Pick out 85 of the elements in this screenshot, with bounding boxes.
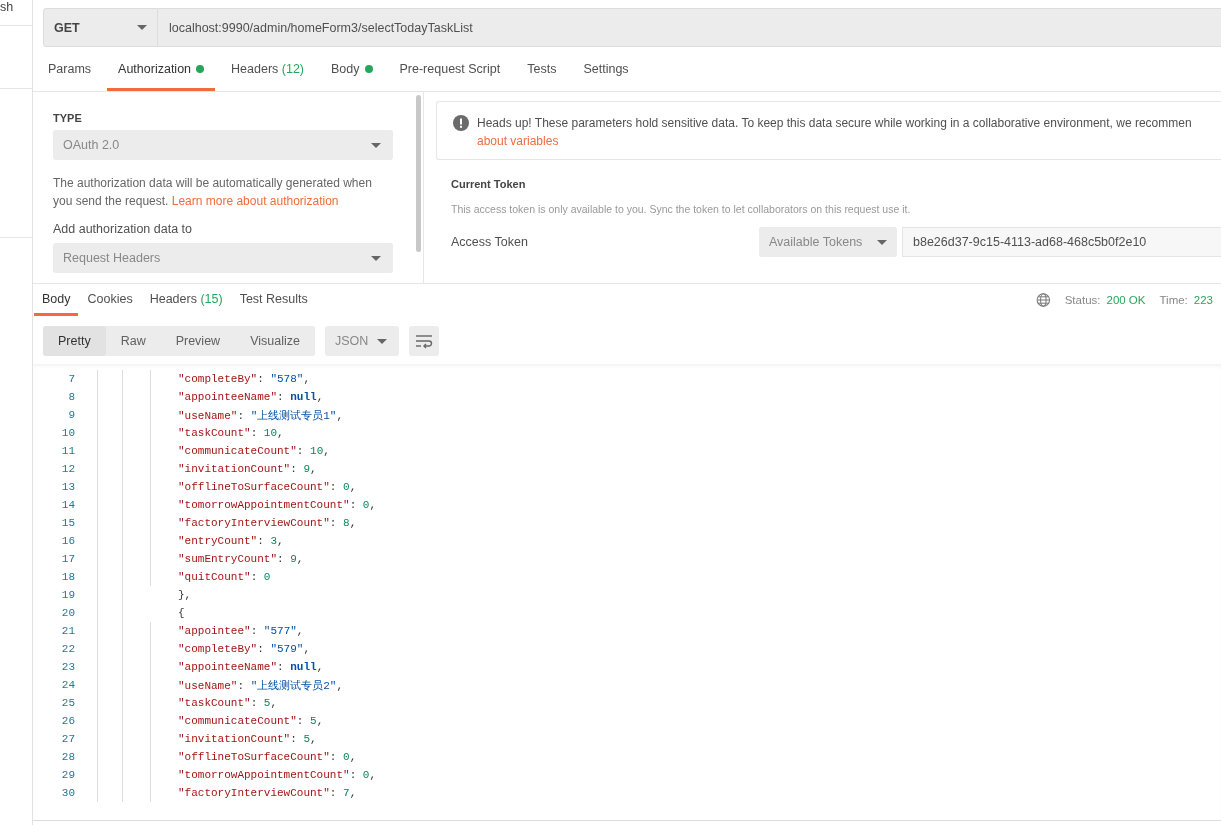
request-tab[interactable]: Pre-request Script [388, 48, 512, 91]
code-line: "taskCount": 10, [178, 427, 284, 439]
response-tab[interactable]: Test Results [232, 284, 315, 316]
code-line: "quitCount": 0 [178, 571, 271, 583]
code-line: "sumEntryCount": 9, [178, 553, 304, 565]
time-label: Time: [1159, 294, 1188, 306]
code-line: "offlineToSurfaceCount": 0, [178, 751, 357, 763]
scrollbar-thumb[interactable] [416, 95, 421, 252]
caret-icon [137, 25, 147, 30]
code-line: "communicateCount": 5, [178, 715, 324, 727]
caret-icon [877, 239, 887, 245]
authorization-description: The authorization data will be automatically generated when you send the request. Learn more about authorization [53, 175, 373, 210]
view-mode-button[interactable]: Pretty [43, 326, 106, 356]
line-number: 9 [67, 409, 76, 421]
code-line: "appointee": "577", [178, 625, 304, 637]
url-field[interactable]: localhost:9990/admin/homeForm3/selectTodayTaskList [158, 8, 1221, 47]
status-value: 200 OK [1106, 294, 1146, 306]
line-number: 28 [60, 751, 76, 763]
time-value: 223 [1193, 294, 1213, 306]
line-number: 13 [60, 481, 76, 493]
caret-icon [376, 338, 387, 344]
request-tab[interactable]: Body [320, 48, 384, 91]
caret-icon [371, 142, 381, 148]
line-number: 17 [60, 553, 76, 565]
line-number: 16 [60, 535, 76, 547]
response-tab[interactable]: Headers (15) [142, 284, 230, 316]
line-number: 29 [60, 769, 76, 781]
code-line: "useName": "上线测试专员2", [178, 678, 344, 693]
request-tab[interactable]: Headers (12) [220, 48, 315, 91]
code-line: "invitationCount": 5, [178, 733, 317, 745]
code-line: "entryCount": 3, [178, 535, 284, 547]
code-line: "appointeeName": null, [178, 391, 324, 403]
access-token-field[interactable]: b8e26d37-9c15-4113-ad68-468c5b0f2e10 [902, 227, 1221, 257]
request-tab[interactable]: Authorization [107, 48, 216, 91]
line-number: 27 [60, 733, 76, 745]
code-line: "factoryInterviewCount": 8, [178, 517, 357, 529]
line-number: 10 [60, 427, 76, 439]
request-tab[interactable]: Tests [516, 48, 568, 91]
request-tab[interactable]: Settings [572, 48, 640, 91]
code-line: "factoryInterviewCount": 7, [178, 787, 357, 799]
code-line: { [178, 607, 185, 619]
sidebar-title: sh [0, 0, 14, 14]
line-number: 8 [67, 391, 76, 403]
line-number: 14 [60, 499, 76, 511]
line-number: 23 [60, 661, 76, 673]
access-token-label: Access Token [451, 235, 529, 249]
line-number: 7 [67, 373, 76, 385]
code-line: "useName": "上线测试专员1", [178, 408, 344, 423]
code-line: "completeBy": "579", [178, 643, 311, 655]
code-line: "communicateCount": 10, [178, 445, 330, 457]
wrap-lines-button[interactable] [408, 326, 439, 356]
line-number: 30 [60, 787, 76, 799]
code-line: "taskCount": 5, [178, 697, 278, 709]
line-number: 12 [60, 463, 76, 475]
notice-text: Heads up! These parameters hold sensitive data. To keep this data secure while working in a collaborative environment, we recommen about variables [477, 114, 1221, 150]
wrap-icon [413, 333, 434, 349]
line-number: 22 [60, 643, 76, 655]
line-number: 15 [60, 517, 76, 529]
code-line: "invitationCount": 9, [178, 463, 317, 475]
code-line: }, [178, 589, 192, 601]
line-number: 20 [60, 607, 76, 619]
line-number: 26 [60, 715, 76, 727]
section-description: This access token is only available to you. Sync the token to let collaborators on this request use it. [451, 203, 912, 215]
request-tab[interactable]: Params [37, 48, 103, 91]
line-number: 24 [60, 679, 76, 691]
response-tab[interactable]: Body [34, 284, 78, 316]
line-number: 21 [60, 625, 76, 637]
caret-icon [371, 255, 381, 261]
code-line: "completeBy": "578", [178, 373, 311, 385]
code-line: "appointeeName": null, [178, 661, 324, 673]
warning-icon [453, 115, 469, 131]
response-tab[interactable]: Cookies [80, 284, 140, 316]
method-dropdown[interactable]: GET [43, 8, 158, 47]
code-line: "tomorrowAppointmentCount": 0, [178, 769, 377, 781]
line-number: 11 [60, 445, 76, 457]
line-number: 18 [60, 571, 76, 583]
code-line: "offlineToSurfaceCount": 0, [178, 481, 357, 493]
add-to-label: Add authorization data to [53, 222, 193, 236]
code-line: "tomorrowAppointmentCount": 0, [178, 499, 377, 511]
globe-icon [1036, 292, 1051, 308]
line-number: 19 [60, 589, 76, 601]
status-label: Status: [1064, 294, 1101, 306]
line-number: 25 [60, 697, 76, 709]
type-label: TYPE [53, 112, 83, 124]
section-title: Current Token [451, 178, 527, 190]
